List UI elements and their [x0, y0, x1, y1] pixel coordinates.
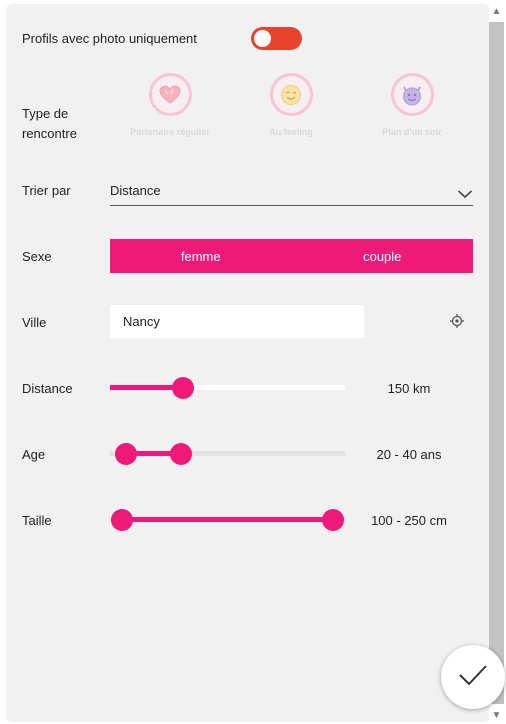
meeting-type-feeling[interactable]: Au feeling: [231, 73, 351, 137]
meeting-type-option-label: Au feeling: [269, 127, 313, 137]
height-slider[interactable]: [110, 509, 345, 531]
heart-icon: [148, 73, 192, 116]
gender-label: Sexe: [22, 249, 52, 264]
meeting-type-label: Type de rencontre: [22, 104, 77, 144]
gender-option-couple[interactable]: couple: [292, 239, 474, 273]
distance-label: Distance: [22, 381, 73, 396]
locate-icon[interactable]: [449, 313, 465, 334]
scroll-down-icon[interactable]: ▼: [489, 708, 504, 724]
height-min-handle[interactable]: [110, 509, 133, 531]
height-label: Taille: [22, 513, 52, 528]
gender-segmented-control: femme couple: [110, 239, 473, 273]
photo-only-label: Profils avec photo uniquement: [22, 31, 197, 46]
meeting-type-regular-partner[interactable]: Partenaire régulier: [110, 73, 230, 137]
meeting-type-label-line2: rencontre: [22, 126, 77, 141]
distance-value: 150 km: [387, 381, 431, 396]
distance-slider-handle[interactable]: [171, 377, 194, 399]
checkmark-icon: [458, 663, 488, 692]
age-slider[interactable]: [110, 443, 345, 465]
sort-label: Trier par: [22, 183, 71, 198]
age-value: 20 - 40 ans: [376, 447, 442, 462]
meeting-type-label-line1: Type de: [22, 106, 69, 121]
city-label: Ville: [22, 315, 47, 330]
photo-only-toggle[interactable]: [251, 27, 302, 50]
height-value: 100 - 250 cm: [371, 513, 447, 528]
height-max-handle[interactable]: [322, 509, 345, 531]
devil-icon: [390, 73, 434, 116]
meeting-type-option-label: Partenaire régulier: [130, 127, 210, 137]
meeting-type-one-night[interactable]: Plan d'un soir: [352, 73, 472, 137]
chevron-down-icon: [457, 186, 473, 204]
toggle-knob: [254, 30, 271, 47]
confirm-button[interactable]: [441, 645, 505, 709]
distance-slider[interactable]: [110, 377, 345, 399]
scroll-up-icon[interactable]: ▲: [489, 4, 504, 20]
smile-icon: [269, 73, 313, 116]
age-max-handle[interactable]: [169, 443, 192, 465]
scrollbar-thumb[interactable]: [489, 22, 504, 704]
city-input[interactable]: [110, 305, 364, 338]
slider-fill: [121, 517, 334, 522]
sort-value: Distance: [110, 183, 161, 198]
sort-select[interactable]: Distance: [110, 180, 473, 206]
age-min-handle[interactable]: [115, 443, 138, 465]
meeting-type-option-label: Plan d'un soir: [382, 127, 442, 137]
age-label: Age: [22, 447, 46, 462]
gender-option-woman[interactable]: femme: [110, 239, 292, 273]
